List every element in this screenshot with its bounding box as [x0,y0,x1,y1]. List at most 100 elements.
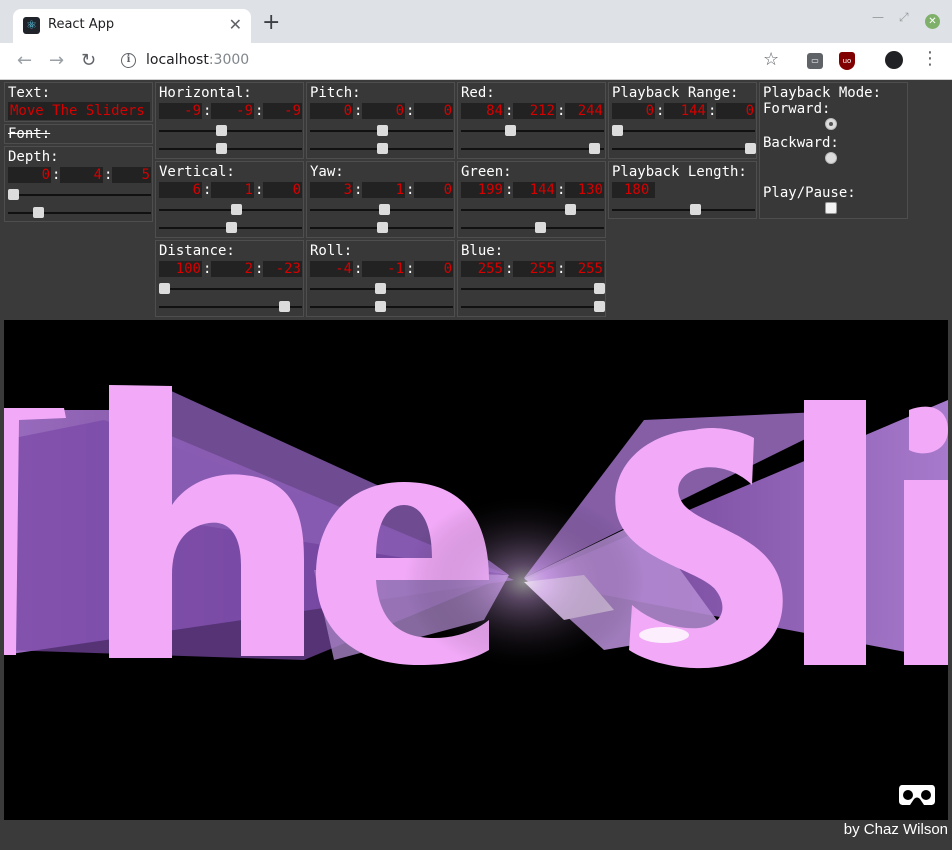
depth-slider-1[interactable] [8,189,151,201]
red-value-3[interactable]: 244 [565,103,604,119]
pitch-value-3[interactable]: 0 [414,103,453,119]
slider-thumb[interactable] [230,204,242,215]
distance-slider-2[interactable] [159,301,302,313]
vr-headset-icon[interactable] [898,783,936,807]
menu-dots-icon[interactable]: ⋮ [921,49,939,69]
distance-slider-1[interactable] [159,283,302,295]
yaw-slider-1[interactable] [310,204,453,216]
slider-thumb[interactable] [594,301,605,312]
ublock-icon[interactable]: uo [839,52,855,70]
playback-length-slider[interactable] [612,204,755,216]
playback-range-value-3[interactable]: 0 [716,103,755,119]
slider-thumb[interactable] [588,143,600,154]
distance-value-2[interactable]: 2 [211,261,254,277]
blue-value-3[interactable]: 255 [565,261,604,277]
slider-thumb[interactable] [33,207,45,218]
info-icon[interactable]: i [121,53,136,68]
slider-thumb[interactable] [159,283,170,294]
vertical-value-2[interactable]: 1 [211,182,254,198]
slider-thumb[interactable] [8,189,19,200]
red-value-2[interactable]: 212 [513,103,556,119]
font-label[interactable]: Font: [8,126,50,142]
red-value-1[interactable]: 84 [461,103,504,119]
slider-thumb[interactable] [376,143,388,154]
green-slider-1[interactable] [461,204,604,216]
slider-thumb[interactable] [376,125,388,136]
distance-value-1[interactable]: 100 [159,261,202,277]
vertical-value-3[interactable]: 0 [263,182,302,198]
extension-icon[interactable]: ▭ [807,53,823,69]
yaw-value-2[interactable]: 1 [362,182,405,198]
slider-thumb[interactable] [564,204,576,215]
depth-value-2[interactable]: 4 [60,167,103,183]
roll-slider-2[interactable] [310,301,453,313]
slider-thumb[interactable] [216,143,228,154]
vertical-slider-1[interactable] [159,204,302,216]
vertical-slider-2[interactable] [159,222,302,234]
star-icon[interactable]: ☆ [763,49,779,70]
horizontal-value-1[interactable]: -9 [159,103,202,119]
tab-close-button[interactable]: ✕ [229,15,242,35]
blue-value-2[interactable]: 255 [513,261,556,277]
playback-range-value-2[interactable]: 144 [664,103,707,119]
new-tab-button[interactable]: + [262,12,280,34]
yaw-slider-2[interactable] [310,222,453,234]
pitch-slider-1[interactable] [310,125,453,137]
horizontal-value-3[interactable]: -9 [263,103,302,119]
roll-value-3[interactable]: 0 [414,261,453,277]
slider-thumb[interactable] [225,222,237,233]
depth-slider-2[interactable] [8,207,151,219]
maximize-button[interactable]: ⤢ [899,10,909,25]
forward-radio[interactable] [825,118,837,130]
roll-value-1[interactable]: -4 [310,261,353,277]
slider-thumb[interactable] [379,204,391,215]
horizontal-slider-2[interactable] [159,143,302,155]
slider-thumb[interactable] [745,143,756,154]
browser-tab[interactable]: ⚛ React App ✕ [13,9,251,43]
playback-length-value[interactable]: 180 [612,182,655,198]
green-value-1[interactable]: 199 [461,182,504,198]
green-value-2[interactable]: 144 [513,182,556,198]
green-value-3[interactable]: 130 [565,182,604,198]
roll-slider-1[interactable] [310,283,453,295]
backward-radio[interactable] [825,152,837,164]
slider-thumb[interactable] [278,301,290,312]
pitch-slider-2[interactable] [310,143,453,155]
3d-text-canvas[interactable] [4,320,948,820]
playback-range-slider-1[interactable] [612,125,755,137]
text-input[interactable]: Move The Sliders [8,102,150,120]
forward-arrow-icon[interactable]: → [49,50,64,72]
slider-thumb[interactable] [535,222,547,233]
play-pause-checkbox[interactable] [825,202,837,214]
vertical-value-1[interactable]: 6 [159,182,202,198]
red-slider-2[interactable] [461,143,604,155]
blue-slider-2[interactable] [461,301,605,313]
slider-thumb[interactable] [594,283,605,294]
playback-range-value-1[interactable]: 0 [612,103,655,119]
playback-range-slider-2[interactable] [612,143,756,155]
pitch-value-2[interactable]: 0 [362,103,405,119]
depth-value-3[interactable]: 5 [112,167,151,183]
account-icon[interactable] [885,51,903,69]
yaw-value-1[interactable]: 3 [310,182,353,198]
blue-value-1[interactable]: 255 [461,261,504,277]
slider-thumb[interactable] [216,125,228,136]
horizontal-value-2[interactable]: -9 [211,103,254,119]
yaw-value-3[interactable]: 0 [414,182,453,198]
slider-thumb[interactable] [375,301,387,312]
reload-icon[interactable]: ↻ [81,50,96,72]
slider-thumb[interactable] [690,204,702,215]
depth-value-1[interactable]: 0 [8,167,51,183]
blue-slider-1[interactable] [461,283,605,295]
pitch-value-1[interactable]: 0 [310,103,353,119]
red-slider-1[interactable] [461,125,604,137]
back-arrow-icon[interactable]: ← [17,50,32,72]
roll-value-2[interactable]: -1 [362,261,405,277]
slider-thumb[interactable] [376,222,388,233]
slider-thumb[interactable] [375,283,387,294]
distance-value-3[interactable]: -23 [263,261,302,277]
slider-thumb[interactable] [504,125,516,136]
address-bar[interactable]: localhost:3000 [146,52,249,68]
minimize-button[interactable]: — [872,10,884,24]
horizontal-slider-1[interactable] [159,125,302,137]
